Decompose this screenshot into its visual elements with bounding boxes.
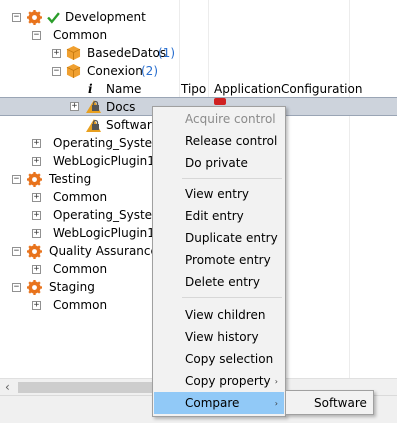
gear-icon: [27, 9, 42, 25]
tree-node-label: Common: [53, 28, 108, 42]
submenu-arrow-icon: ›: [274, 398, 278, 408]
expand-icon[interactable]: +: [32, 138, 41, 148]
expand-icon[interactable]: +: [52, 48, 61, 58]
column-header-name: Name: [106, 82, 142, 96]
lock-icon: [86, 118, 101, 132]
expand-icon[interactable]: +: [32, 300, 41, 310]
expand-icon[interactable]: +: [32, 228, 41, 238]
menu-separator: [182, 297, 282, 298]
gear-icon: [27, 243, 42, 259]
gear-icon: [27, 279, 42, 295]
expand-icon[interactable]: +: [32, 210, 41, 220]
scrollbar-thumb[interactable]: [18, 382, 152, 393]
menu-item-label: View children: [185, 308, 266, 322]
tree-node-label: Software: [106, 118, 159, 132]
collapse-icon[interactable]: −: [12, 246, 21, 256]
tree-node-development[interactable]: − Development: [0, 8, 397, 26]
expand-icon[interactable]: +: [32, 156, 41, 166]
checkmark-icon: [47, 11, 60, 24]
child-count: (2): [141, 64, 158, 78]
tree-node-basededatos[interactable]: + BasedeDatos (1): [0, 44, 397, 62]
menu-item-label: Acquire control: [185, 112, 276, 126]
menu-item-view-entry[interactable]: View entry: [154, 183, 284, 205]
tree-node-label: Testing: [49, 172, 92, 186]
menu-item-label: Copy property: [185, 374, 271, 388]
tree-node-conexion[interactable]: − Conexion (2): [0, 62, 397, 80]
tree-node-label: WebLogicPlugin12: [53, 226, 163, 240]
expand-icon[interactable]: +: [32, 264, 41, 274]
menu-item-delete-entry[interactable]: Delete entry: [154, 271, 284, 293]
menu-item-label: Compare: [185, 396, 240, 410]
menu-item-view-history[interactable]: View history: [154, 326, 284, 348]
menu-item-copy-selection[interactable]: Copy selection: [154, 348, 284, 370]
tree-node-label: Common: [53, 190, 108, 204]
menu-item-copy-property[interactable]: Copy property ›: [154, 370, 284, 392]
menu-item-label: Duplicate entry: [185, 231, 278, 245]
package-icon: [66, 46, 81, 60]
menu-item-label: Release control: [185, 134, 278, 148]
expand-icon[interactable]: +: [32, 192, 41, 202]
tree-node-label: Common: [53, 262, 108, 276]
tree-node-label: Common: [53, 298, 108, 312]
menu-item-promote-entry[interactable]: Promote entry: [154, 249, 284, 271]
submenu-item-software[interactable]: Software: [314, 396, 367, 410]
column-header-row: i Name Tipo ApplicationConfiguration: [0, 80, 397, 98]
menu-item-acquire-control[interactable]: Acquire control: [154, 108, 284, 130]
tree-node-label: WebLogicPlugin12: [53, 154, 163, 168]
menu-item-duplicate-entry[interactable]: Duplicate entry: [154, 227, 284, 249]
info-icon: i: [88, 82, 93, 96]
menu-item-label: Promote entry: [185, 253, 271, 267]
menu-item-label: Delete entry: [185, 275, 260, 289]
tree-node-label: Development: [65, 10, 146, 24]
menu-item-label: Edit entry: [185, 209, 244, 223]
menu-separator: [182, 178, 282, 179]
package-icon: [66, 64, 81, 78]
child-count: (1): [158, 46, 175, 60]
tree-node-label: Operating_System: [53, 208, 164, 222]
collapse-icon[interactable]: −: [12, 282, 21, 292]
expand-icon[interactable]: +: [70, 102, 79, 111]
gear-icon: [27, 171, 42, 187]
tree-node-label: Quality Assurance: [49, 244, 158, 258]
submenu-arrow-icon: ›: [274, 376, 278, 386]
tree-node-label: Docs: [106, 99, 136, 114]
compare-submenu: Software: [285, 390, 374, 415]
tree-node-label: BasedeDatos: [87, 46, 167, 60]
lock-icon: [86, 100, 101, 113]
tree-node-label: Staging: [49, 280, 95, 294]
menu-item-edit-entry[interactable]: Edit entry: [154, 205, 284, 227]
menu-item-label: View entry: [185, 187, 250, 201]
scroll-left-icon[interactable]: ‹: [5, 380, 10, 394]
tree-node-common[interactable]: − Common: [0, 26, 397, 44]
column-header-tipo: Tipo: [181, 82, 207, 96]
menu-item-label: View history: [185, 330, 259, 344]
collapse-icon[interactable]: −: [12, 174, 21, 184]
menu-item-compare[interactable]: Compare ›: [154, 392, 284, 414]
status-flag-icon: [214, 98, 226, 105]
menu-item-view-children[interactable]: View children: [154, 304, 284, 326]
collapse-icon[interactable]: −: [12, 12, 21, 22]
tree-node-label: Conexion: [87, 64, 143, 78]
collapse-icon[interactable]: −: [52, 66, 61, 76]
context-menu: Acquire control Release control Do priva…: [152, 106, 286, 417]
collapse-icon[interactable]: −: [32, 30, 41, 40]
menu-item-release-control[interactable]: Release control: [154, 130, 284, 152]
column-header-appconfig: ApplicationConfiguration: [214, 82, 363, 96]
tree-node-label: Operating_System: [53, 136, 164, 150]
menu-item-label: Copy selection: [185, 352, 274, 366]
menu-item-label: Do private: [185, 156, 248, 170]
menu-item-do-private[interactable]: Do private: [154, 152, 284, 174]
